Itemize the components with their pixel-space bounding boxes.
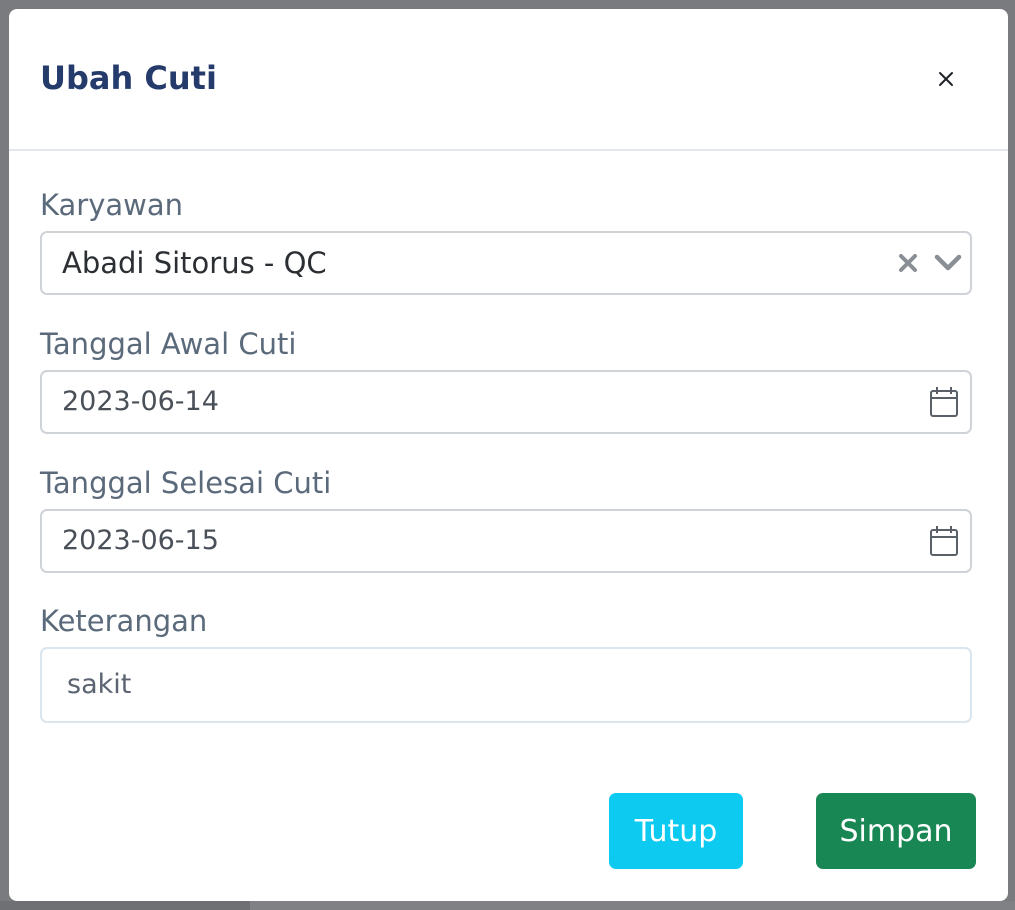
end-date-label: Tanggal Selesai Cuti (40, 466, 332, 500)
description-label: Keterangan (40, 604, 208, 638)
save-button[interactable]: Simpan (816, 793, 976, 869)
description-textarea[interactable]: sakit (40, 647, 972, 723)
edit-leave-modal: Ubah Cuti Karyawan Abadi Sitorus - QC Ta… (9, 9, 1008, 901)
description-value: sakit (67, 669, 132, 700)
calendar-icon (930, 526, 958, 556)
modal-title: Ubah Cuti (40, 59, 217, 97)
close-button[interactable] (928, 61, 964, 97)
dropdown-toggle[interactable] (934, 233, 962, 293)
start-date-input[interactable]: 2023-06-14 (40, 370, 972, 434)
employee-select[interactable]: Abadi Sitorus - QC (40, 231, 972, 295)
employee-label: Karyawan (40, 188, 184, 222)
close-modal-button[interactable]: Tutup (609, 793, 743, 869)
employee-selected-value: Abadi Sitorus - QC (62, 246, 327, 280)
calendar-icon (930, 387, 958, 417)
start-date-picker-button[interactable] (929, 372, 959, 432)
backdrop[interactable] (250, 901, 1015, 910)
end-date-picker-button[interactable] (929, 511, 959, 571)
close-icon (939, 72, 953, 86)
modal-header: Ubah Cuti (9, 9, 1008, 151)
end-date-value: 2023-06-15 (62, 525, 219, 556)
backdrop-shadow (0, 901, 250, 910)
clear-selection-button[interactable] (898, 233, 918, 293)
start-date-label: Tanggal Awal Cuti (40, 327, 297, 361)
clear-x-icon (899, 254, 917, 272)
end-date-input[interactable]: 2023-06-15 (40, 509, 972, 573)
chevron-down-icon (934, 254, 962, 271)
start-date-value: 2023-06-14 (62, 386, 219, 417)
